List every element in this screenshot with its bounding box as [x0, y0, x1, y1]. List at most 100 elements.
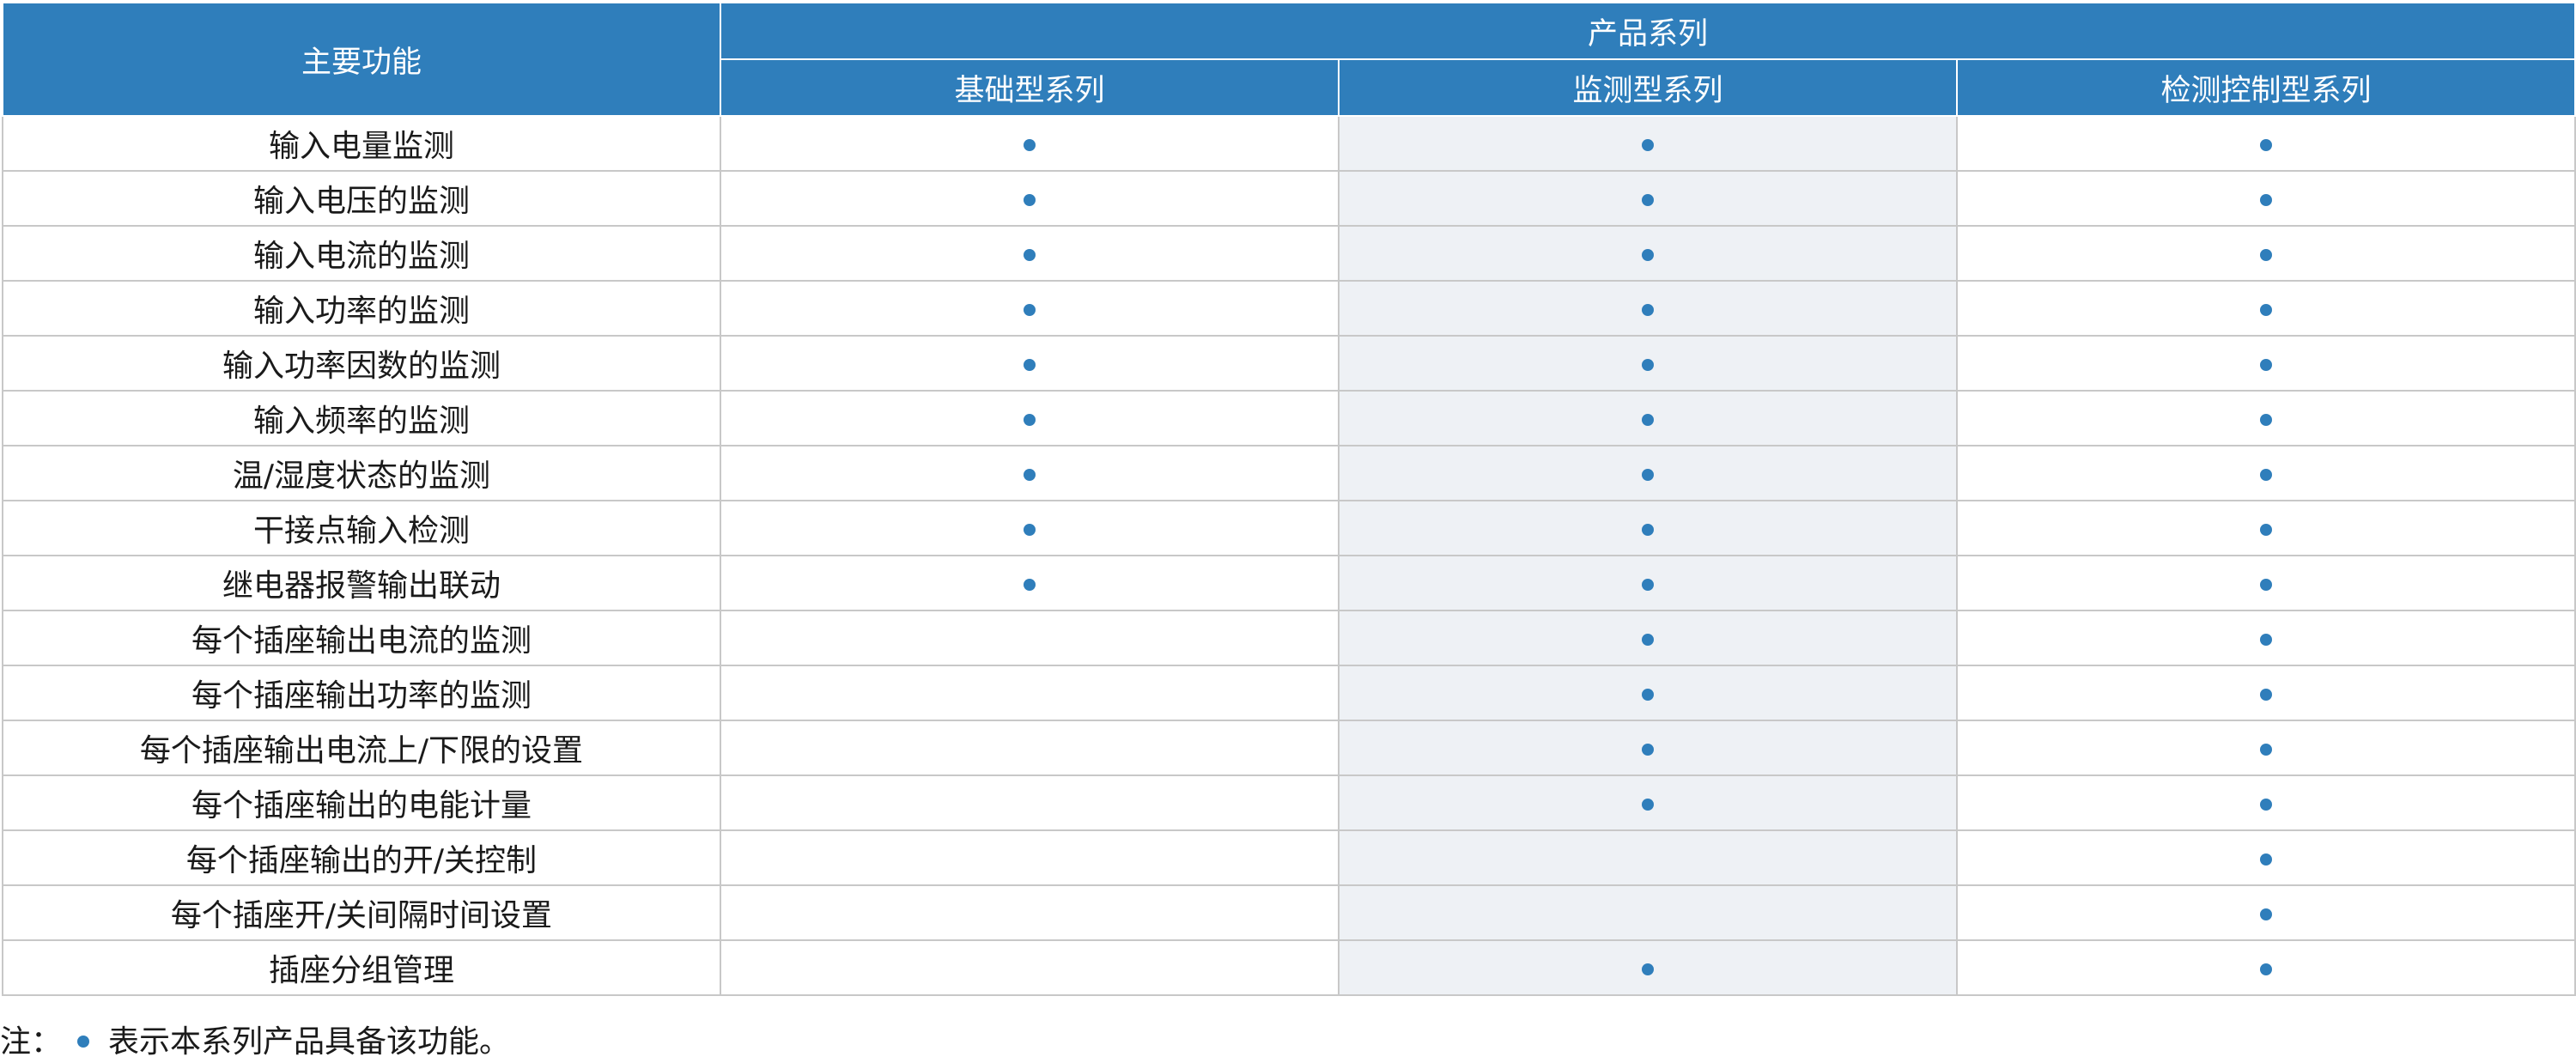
- dot-icon: [1024, 193, 1036, 206]
- table-row: 输入频率的监测: [2, 390, 2576, 446]
- mark-cell-monitor: [1338, 884, 1958, 941]
- mark-cell-control: [1955, 335, 2576, 392]
- mark-cell-control: [1955, 774, 2576, 831]
- mark-cell-control: [1955, 829, 2576, 886]
- mark-cell-basic: [720, 555, 1340, 611]
- mark-cell-control: [1955, 390, 2576, 446]
- table-row: 每个插座输出电流上/下限的设置: [2, 720, 2576, 776]
- dot-icon: [1642, 303, 1654, 316]
- mark-cell-basic: [720, 390, 1340, 446]
- feature-cell: 温/湿度状态的监测: [2, 445, 721, 501]
- dot-icon: [1642, 248, 1654, 261]
- table-row: 每个插座输出的电能计量: [2, 774, 2576, 831]
- dot-icon: [2260, 578, 2273, 591]
- mark-cell-monitor: [1338, 115, 1958, 172]
- mark-cell-basic: [720, 720, 1340, 776]
- header-series-basic: 基础型系列: [720, 58, 1340, 117]
- dot-icon: [1642, 578, 1654, 591]
- mark-cell-basic: [720, 939, 1340, 996]
- mark-cell-basic: [720, 225, 1340, 282]
- table-row: 继电器报警输出联动: [2, 555, 2576, 611]
- mark-cell-monitor: [1338, 939, 1958, 996]
- mark-cell-monitor: [1338, 225, 1958, 282]
- mark-cell-basic: [720, 170, 1340, 227]
- dot-icon: [2260, 743, 2273, 756]
- dot-icon: [2260, 908, 2273, 920]
- mark-cell-monitor: [1338, 280, 1958, 337]
- mark-cell-basic: [720, 500, 1340, 556]
- dot-icon: [1024, 578, 1036, 591]
- dot-icon: [1642, 413, 1654, 426]
- mark-cell-control: [1955, 939, 2576, 996]
- mark-cell-control: [1955, 610, 2576, 666]
- feature-cell: 输入电量监测: [2, 115, 721, 172]
- dot-icon: [1642, 523, 1654, 536]
- mark-cell-monitor: [1338, 500, 1958, 556]
- mark-cell-monitor: [1338, 829, 1958, 886]
- header-product-series: 产品系列: [719, 2, 2576, 60]
- table-row: 输入电压的监测: [2, 170, 2576, 227]
- mark-cell-monitor: [1338, 170, 1958, 227]
- mark-cell-control: [1955, 665, 2576, 721]
- dot-icon: [1642, 468, 1654, 481]
- feature-cell: 每个插座输出的开/关控制: [2, 829, 721, 886]
- dot-icon: [2260, 963, 2273, 975]
- dot-icon: [1024, 468, 1036, 481]
- dot-icon: [2260, 193, 2273, 206]
- mark-cell-control: [1955, 225, 2576, 282]
- mark-cell-monitor: [1338, 774, 1958, 831]
- mark-cell-monitor: [1338, 610, 1958, 666]
- dot-icon: [1642, 743, 1654, 756]
- table-row: 输入电量监测: [2, 115, 2576, 172]
- dot-icon: [1024, 138, 1036, 151]
- mark-cell-monitor: [1338, 720, 1958, 776]
- feature-cell: 输入频率的监测: [2, 390, 721, 446]
- dot-icon: [2260, 413, 2273, 426]
- table-row: 温/湿度状态的监测: [2, 445, 2576, 501]
- mark-cell-basic: [720, 829, 1340, 886]
- dot-icon: [1642, 798, 1654, 811]
- feature-cell: 干接点输入检测: [2, 500, 721, 556]
- dot-icon: [2260, 248, 2273, 261]
- table-row: 输入功率的监测: [2, 280, 2576, 337]
- feature-cell: 每个插座输出电流的监测: [2, 610, 721, 666]
- feature-cell: 插座分组管理: [2, 939, 721, 996]
- mark-cell-basic: [720, 774, 1340, 831]
- mark-cell-control: [1955, 555, 2576, 611]
- mark-cell-control: [1955, 445, 2576, 501]
- table-row: 输入功率因数的监测: [2, 335, 2576, 392]
- dot-icon: [1024, 358, 1036, 371]
- dot-icon: [1642, 633, 1654, 646]
- dot-icon: [2260, 633, 2273, 646]
- dot-icon: [1642, 138, 1654, 151]
- feature-cell: 继电器报警输出联动: [2, 555, 721, 611]
- dot-icon: [2260, 688, 2273, 701]
- feature-table-container: 主要功能 产品系列 基础型系列 监测型系列 检测控制型系列 输入电量监测 输入电压…: [2, 2, 2576, 996]
- table-row: 插座分组管理: [2, 939, 2576, 996]
- mark-cell-monitor: [1338, 390, 1958, 446]
- dot-icon: [2260, 358, 2273, 371]
- dot-icon: [2260, 853, 2273, 866]
- mark-cell-basic: [720, 280, 1340, 337]
- footnote-prefix: 注：: [0, 1024, 63, 1060]
- table-body: 输入电量监测 输入电压的监测 输入电流的监测 输入功率的监测 输入功率因数的监测 输入频率…: [2, 115, 2576, 996]
- feature-comparison-table: 主要功能 产品系列 基础型系列 监测型系列 检测控制型系列 输入电量监测 输入电压…: [2, 2, 2576, 996]
- feature-cell: 输入功率因数的监测: [2, 335, 721, 392]
- feature-cell: 每个插座输出电流上/下限的设置: [2, 720, 721, 776]
- dot-icon: [1642, 963, 1654, 975]
- feature-cell: 输入功率的监测: [2, 280, 721, 337]
- mark-cell-monitor: [1338, 445, 1958, 501]
- feature-cell: 输入电流的监测: [2, 225, 721, 282]
- table-row: 每个插座输出电流的监测: [2, 610, 2576, 666]
- table-row: 干接点输入检测: [2, 500, 2576, 556]
- footnote-text: 表示本系列产品具备该功能。: [108, 1024, 511, 1060]
- mark-cell-basic: [720, 115, 1340, 172]
- mark-cell-monitor: [1338, 335, 1958, 392]
- dot-icon: [2260, 523, 2273, 536]
- feature-cell: 每个插座输出的电能计量: [2, 774, 721, 831]
- table-row: 每个插座输出功率的监测: [2, 665, 2576, 721]
- header-series-monitor: 监测型系列: [1338, 58, 1958, 117]
- table-row: 每个插座输出的开/关控制: [2, 829, 2576, 886]
- mark-cell-control: [1955, 720, 2576, 776]
- mark-cell-control: [1955, 884, 2576, 941]
